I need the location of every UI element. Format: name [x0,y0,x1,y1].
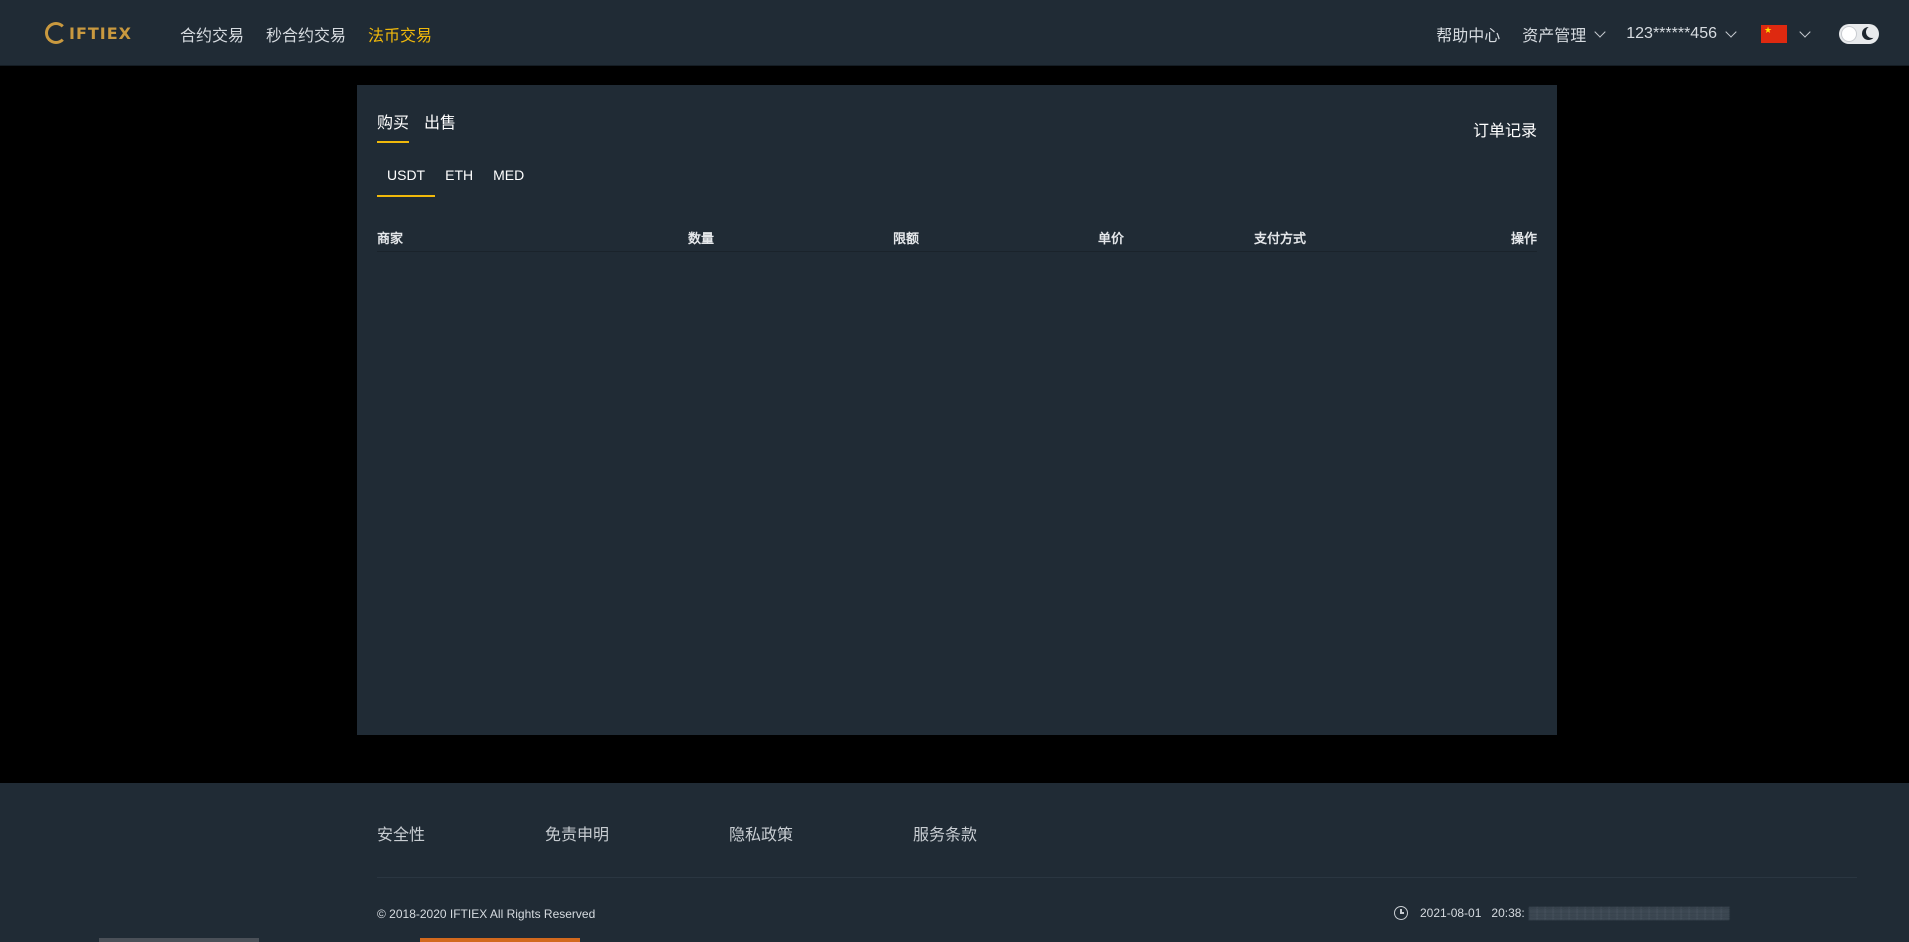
header-right: 帮助中心 资产管理 123******456 [1414,22,1879,46]
tab-buy[interactable]: 购买 [377,109,410,143]
clock-icon [1394,906,1408,920]
nav-fiat-trading[interactable]: 法币交易 [368,22,432,46]
footer-link-security[interactable]: 安全性 [377,821,425,845]
nav-contract-trading[interactable]: 合约交易 [180,22,244,46]
footer-time: 20:38: [1491,906,1525,920]
column-unit-price: 单价 [1098,231,1125,246]
copyright-text: © 2018-2020 IFTIEX All Rights Reserved [377,907,596,921]
footer-link-disclaimer[interactable]: 免责申明 [545,821,609,845]
chevron-down-icon [1725,25,1737,38]
order-record-link[interactable]: 订单记录 [1473,117,1537,141]
bottom-strip-orange [420,938,580,942]
column-merchant: 商家 [377,231,404,246]
column-action: 操作 [1510,231,1537,246]
nav-second-contract-trading[interactable]: 秒合约交易 [266,22,346,46]
fiat-trade-panel: 购买 出售 订单记录 USDT ETH MED 商家 数量 限额 单价 支付方式… [357,85,1557,735]
table-header: 商家 数量 限额 单价 支付方式 操作 [377,228,1537,252]
column-quantity: 数量 [688,231,715,246]
column-limit: 限额 [893,231,920,246]
asset-management-label: 资产管理 [1522,28,1587,45]
footer-divider [377,877,1857,878]
theme-toggle[interactable] [1839,24,1879,44]
footer-link-terms-of-service[interactable]: 服务条款 [913,821,977,845]
main-nav: 合约交易 秒合约交易 法币交易 [180,22,432,46]
column-payment-method: 支付方式 [1254,231,1307,246]
footer-clock: 2021-08-01 20:38: ▒▒▒▒▒▒▒▒▒▒▒▒▒▒▒▒▒▒▒▒▒▒… [1394,906,1729,920]
top-header: IFTIEX 合约交易 秒合约交易 法币交易 帮助中心 资产管理 123****… [0,0,1909,66]
chevron-down-icon [1594,25,1606,38]
logo-text: IFTIEX [69,23,133,43]
cn-flag-icon [1761,25,1787,43]
tab-sell[interactable]: 出售 [424,109,456,143]
footer-date: 2021-08-01 [1420,906,1482,920]
language-selector[interactable] [1761,25,1811,43]
tab-eth[interactable]: ETH [435,167,483,197]
toggle-knob [1841,26,1857,42]
trade-direction-tabs: 购买 出售 [377,109,456,143]
tab-usdt[interactable]: USDT [377,167,436,197]
tab-med[interactable]: MED [483,167,534,197]
footer-link-privacy-policy[interactable]: 隐私政策 [729,821,793,845]
blurred-text: ▒▒▒▒▒▒▒▒▒▒▒▒▒▒▒▒▒▒▒▒▒▒▒▒▒ [1528,906,1730,920]
asset-management-menu[interactable]: 资产管理 [1522,22,1606,46]
account-label: 123******456 [1626,25,1717,42]
logo[interactable]: IFTIEX [45,20,132,46]
bottom-strip-gray [99,938,259,942]
logo-icon [45,22,67,44]
footer: 安全性 免责申明 隐私政策 服务条款 © 2018-2020 IFTIEX Al… [0,783,1909,942]
coin-tabs: USDT ETH MED [377,167,534,197]
chevron-down-icon [1799,25,1811,38]
help-center-link[interactable]: 帮助中心 [1436,22,1500,46]
moon-icon [1862,26,1878,40]
account-menu[interactable]: 123******456 [1626,25,1737,43]
